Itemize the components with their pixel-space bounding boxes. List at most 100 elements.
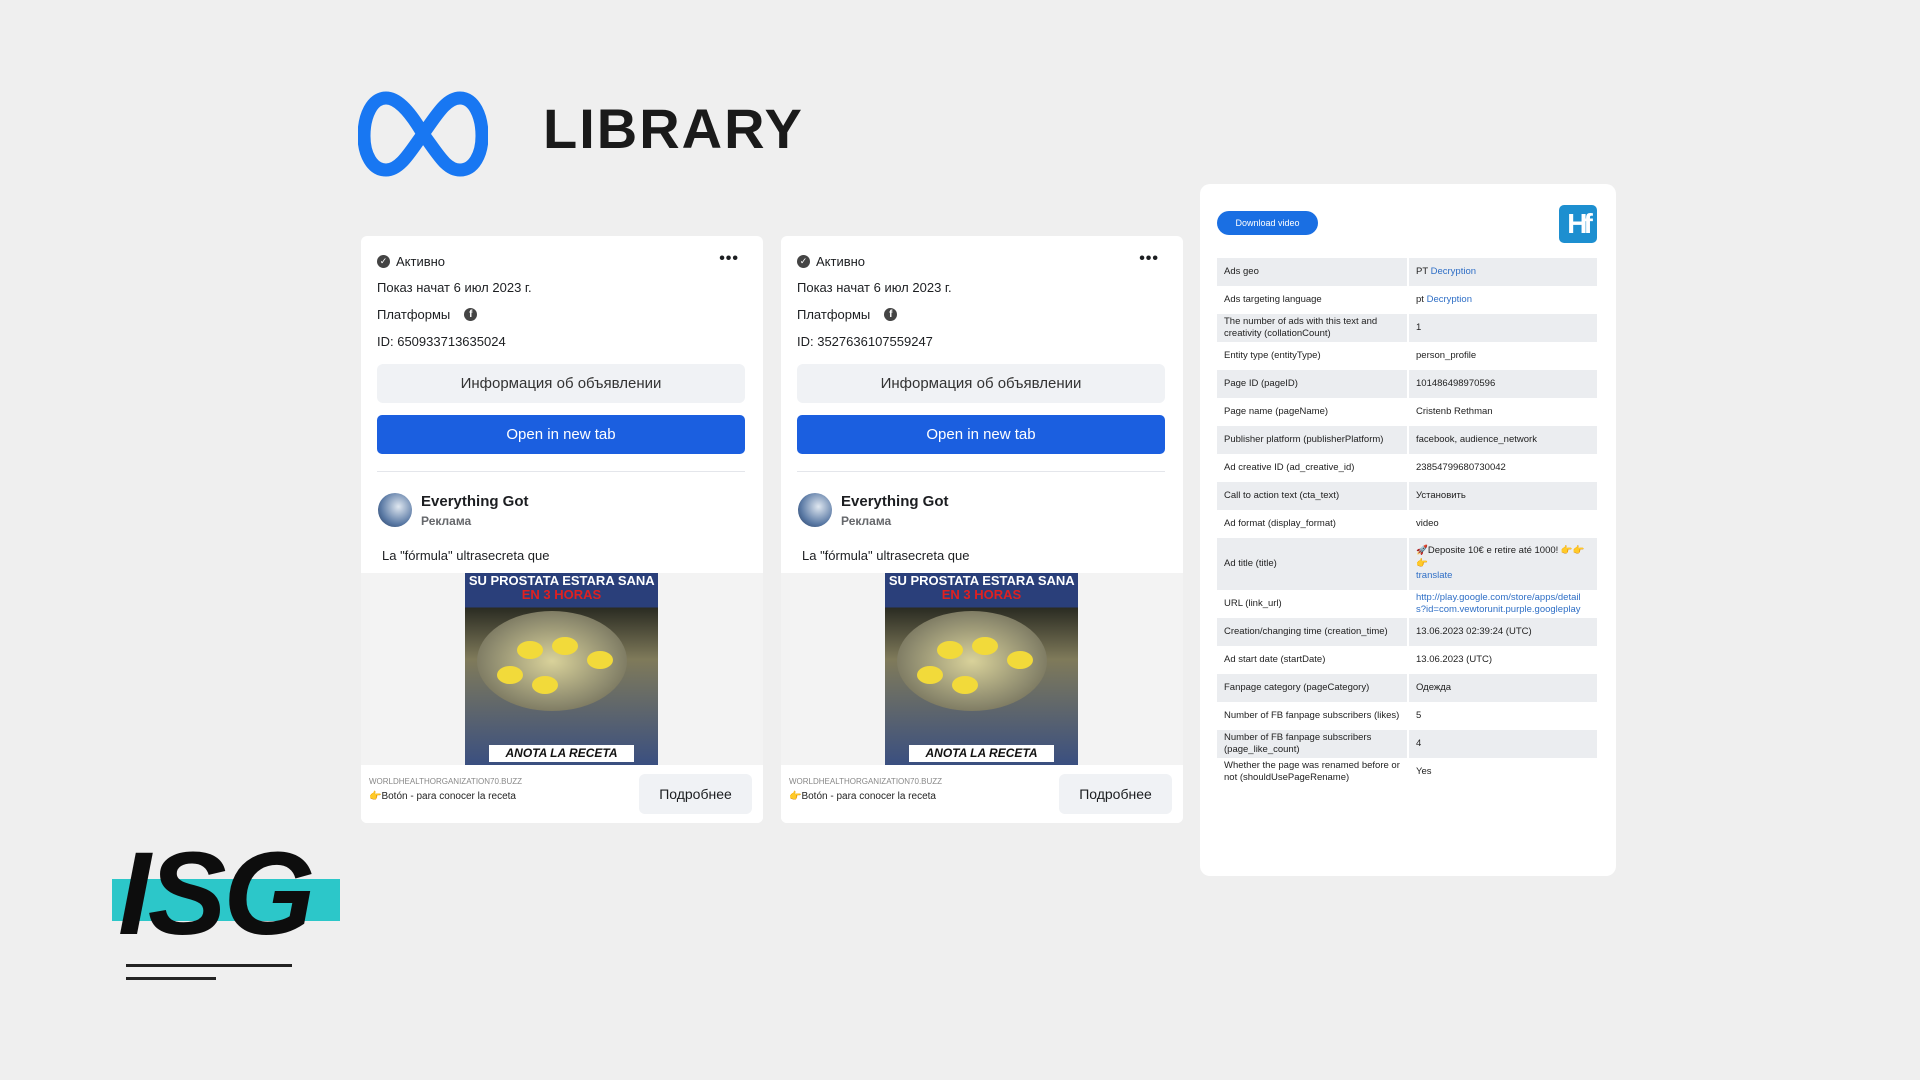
ad-media: SU PROSTATA ESTARA SANA EN 3 HORAS ANOTA… [781,573,1183,765]
open-new-tab-button[interactable]: Open in new tab [377,415,745,454]
more-options-icon[interactable]: ••• [1139,250,1159,268]
value-text: Установить [1416,489,1466,501]
open-new-tab-button[interactable]: Open in new tab [797,415,1165,454]
ad-creative-image[interactable]: SU PROSTATA ESTARA SANA EN 3 HORAS ANOTA… [465,573,658,765]
creative-headline: SU PROSTATA ESTARA SANA EN 3 HORAS [885,574,1078,602]
page-title: LIBRARY [543,97,804,160]
row-label: Ad title (title) [1217,538,1409,590]
hf-logo: Hf [1559,205,1597,243]
row-label: Page ID (pageID) [1217,370,1409,398]
isg-logo: ISG [118,828,315,960]
ad-creative-image[interactable]: SU PROSTATA ESTARA SANA EN 3 HORAS ANOTA… [885,573,1078,765]
divider [797,471,1165,472]
ad-card: ✓ Активно ••• Показ начат 6 июл 2023 г. П… [361,236,763,823]
platforms-row: Платформы f [377,307,478,322]
table-row: Page name (pageName) Cristenb Rethman [1217,398,1597,426]
value-link[interactable]: http://play.google.com/store/apps/detail… [1416,592,1581,616]
start-date: Показ начат 6 июл 2023 г. [797,280,952,295]
row-value: 13.06.2023 02:39:24 (UTC) [1408,618,1597,646]
ad-text: La "fórmula" ultrasecreta que [802,548,970,563]
row-label: The number of ads with this text and cre… [1217,314,1409,342]
row-value: 5 [1408,702,1597,730]
value-link[interactable]: Decryption [1427,294,1472,305]
row-label: Ads targeting language [1217,286,1409,314]
avatar[interactable] [378,493,412,527]
ad-footer: WORLDHEALTHORGANIZATION70.BUZZ 👉Botón - … [781,765,1183,823]
table-row: The number of ads with this text and cre… [1217,314,1597,342]
learn-more-button[interactable]: Подробнее [1059,774,1172,814]
platforms-label: Платформы [377,307,451,322]
creative-headline-text: SU PROSTATA ESTARA SANA [468,573,655,588]
row-value: 🚀Deposite 10€ e retire até 1000! 👉👉👉 tran… [1408,538,1597,590]
row-label: Whether the page was renamed before or n… [1217,758,1409,786]
learn-more-button[interactable]: Подробнее [639,774,752,814]
page-name[interactable]: Everything Got [841,493,949,510]
row-value: Установить [1408,482,1597,510]
value-text: 1 [1416,321,1422,333]
more-options-icon[interactable]: ••• [719,250,739,268]
row-label: Call to action text (cta_text) [1217,482,1409,510]
download-video-button[interactable]: Download video [1217,211,1318,235]
ad-details-table: Ads geo PT Decryption Ads targeting langua… [1217,258,1597,786]
ad-id: ID: 650933713635024 [377,334,506,349]
row-label: Creation/changing time (creation_time) [1217,618,1409,646]
row-label: Entity type (entityType) [1217,342,1409,370]
ad-footer: WORLDHEALTHORGANIZATION70.BUZZ 👉Botón - … [361,765,763,823]
creative-headline-red: EN 3 HORAS [521,587,602,602]
status-text: Активно [816,254,866,269]
page-name[interactable]: Everything Got [421,493,529,510]
table-row: Fanpage category (pageCategory) Одежда [1217,674,1597,702]
value-text: 13.06.2023 02:39:24 (UTC) [1416,625,1532,637]
value-text: person_profile [1416,349,1477,361]
ad-info-button[interactable]: Информация об объявлении [377,364,745,403]
decorative-line [126,964,292,967]
value-text: 4 [1416,737,1422,749]
row-value: 101486498970596 [1408,370,1597,398]
value-text: 13.06.2023 (UTC) [1416,653,1493,665]
row-value: 4 [1408,730,1597,758]
table-row: Publisher platform (publisherPlatform) fa… [1217,426,1597,454]
ad-info-button[interactable]: Информация об объявлении [797,364,1165,403]
value-link[interactable]: translate [1416,570,1452,581]
row-label: Publisher platform (publisherPlatform) [1217,426,1409,454]
ad-id: ID: 3527636107559247 [797,334,933,349]
row-label: Fanpage category (pageCategory) [1217,674,1409,702]
table-row: Number of FB fanpage subscribers (page_l… [1217,730,1597,758]
table-row: Entity type (entityType) person_profile [1217,342,1597,370]
table-row: Whether the page was renamed before or n… [1217,758,1597,786]
value-text: Одежда [1416,681,1452,693]
creative-caption: ANOTA LA RECETA [489,745,634,762]
table-row: Ads targeting language pt Decryption [1217,286,1597,314]
value-text: pt [1416,293,1424,305]
row-value: person_profile [1408,342,1597,370]
creative-caption: ANOTA LA RECETA [909,745,1054,762]
value-text: 101486498970596 [1416,377,1496,389]
row-value: 13.06.2023 (UTC) [1408,646,1597,674]
row-label: Ad format (display_format) [1217,510,1409,538]
creative-headline-text: SU PROSTATA ESTARA SANA [888,573,1075,588]
facebook-icon: f [464,308,478,321]
start-date: Показ начат 6 июл 2023 г. [377,280,532,295]
row-label: Ad creative ID (ad_creative_id) [1217,454,1409,482]
pot-image [477,611,627,711]
check-circle-icon: ✓ [377,255,390,268]
table-row: Ad start date (startDate) 13.06.2023 (UTC… [1217,646,1597,674]
creative-headline-red: EN 3 HORAS [941,587,1022,602]
row-value: 23854799680730042 [1408,454,1597,482]
ad-text: La "fórmula" ultrasecreta que [382,548,550,563]
row-label: URL (link_url) [1217,590,1409,618]
row-value: Одежда [1408,674,1597,702]
row-label: Ads geo [1217,258,1409,286]
ad-domain: WORLDHEALTHORGANIZATION70.BUZZ [789,777,943,786]
facebook-icon: f [884,308,898,321]
decorative-line [126,977,216,980]
table-row: Ad title (title) 🚀Deposite 10€ e retire a… [1217,538,1597,590]
ad-domain: WORLDHEALTHORGANIZATION70.BUZZ [369,777,523,786]
value-link[interactable]: Decryption [1431,266,1476,277]
table-row: Ad format (display_format) video [1217,510,1597,538]
table-row: Page ID (pageID) 101486498970596 [1217,370,1597,398]
ad-card: ✓ Активно ••• Показ начат 6 июл 2023 г. П… [781,236,1183,823]
divider [377,471,745,472]
avatar[interactable] [798,493,832,527]
value-text: video [1416,517,1439,529]
